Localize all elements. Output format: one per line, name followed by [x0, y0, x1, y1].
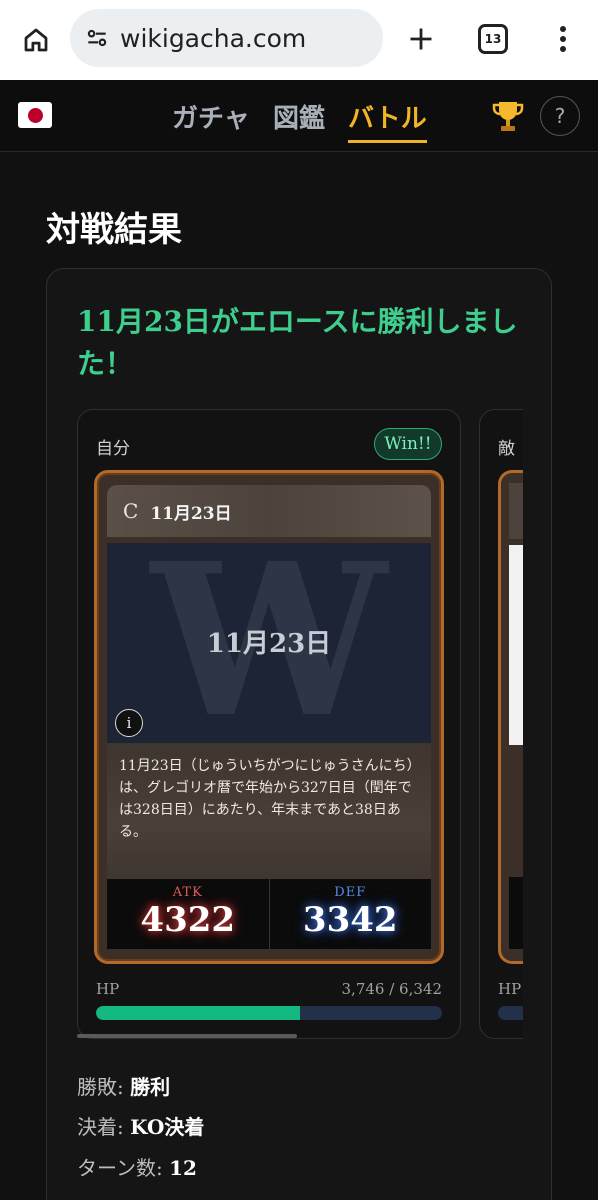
my-card[interactable]: C 11月23日 W 11月23日 i 11月23日（じゅういちがつにじゅうさん…	[94, 470, 444, 964]
atk-stat: ATK 4322	[107, 879, 269, 949]
tab-switcher-button[interactable]: 13	[478, 24, 508, 54]
card-name: 11月23日	[150, 503, 232, 524]
outcome-value: 勝利	[130, 1075, 171, 1099]
outcome-label: 勝敗:	[77, 1075, 124, 1099]
info-icon[interactable]: i	[115, 709, 143, 737]
card-art-title: 11月23日	[206, 629, 332, 659]
tab-count: 13	[484, 32, 502, 46]
trophy-icon[interactable]	[490, 98, 526, 134]
fighter-carousel[interactable]: 自分 Win!! C 11月23日 W 11月23日 i 11月23日（じゅうい…	[77, 409, 523, 1043]
turns-value: 12	[169, 1156, 197, 1180]
page-title: 対戦結果	[46, 210, 182, 250]
app-header: ガチャ 図鑑 バトル ?	[0, 80, 598, 152]
enemy-hp-label: HP	[498, 980, 522, 998]
decision-value: KO決着	[130, 1115, 205, 1139]
my-fighter-panel: 自分 Win!! C 11月23日 W 11月23日 i 11月23日（じゅうい…	[77, 409, 461, 1039]
def-value: 3342	[302, 900, 398, 940]
turns-line: ターン数: 12	[77, 1152, 197, 1181]
decision-label: 決着:	[77, 1115, 124, 1139]
decision-line: 決着: KO決着	[77, 1111, 204, 1140]
home-icon[interactable]	[18, 22, 54, 58]
enemy-hp-bar	[498, 1006, 523, 1020]
language-flag-icon[interactable]	[18, 102, 52, 128]
browser-toolbar: wikigacha.com 13	[0, 0, 598, 80]
win-badge: Win!!	[374, 428, 442, 460]
atk-label: ATK	[172, 885, 203, 900]
address-bar[interactable]: wikigacha.com	[70, 9, 383, 67]
hp-value: 3,746 / 6,342	[341, 980, 442, 998]
card-stats: ATK 4322 DEF 3342	[107, 879, 431, 949]
enemy-side-label: 敵	[498, 439, 515, 459]
hp-row: HP 3,746 / 6,342	[96, 980, 442, 998]
outcome-line: 勝敗: 勝利	[77, 1071, 170, 1100]
card-art: W 11月23日 i	[107, 543, 431, 743]
turns-label: ターン数:	[77, 1156, 163, 1180]
card-name-bar: C 11月23日	[107, 485, 431, 537]
hp-label: HP	[96, 980, 120, 998]
enemy-card[interactable]	[498, 470, 523, 964]
help-button[interactable]: ?	[540, 96, 580, 136]
atk-value: 4322	[140, 900, 236, 940]
tab-encyclopedia[interactable]: 図鑑	[273, 98, 325, 135]
hp-bar	[96, 1006, 442, 1020]
more-menu-icon[interactable]	[548, 20, 578, 58]
tab-battle[interactable]: バトル	[348, 98, 427, 143]
url-text: wikigacha.com	[120, 23, 307, 53]
enemy-fighter-panel: 敵 HP	[479, 409, 523, 1039]
hp-bar-fill	[96, 1006, 301, 1020]
new-tab-icon[interactable]	[402, 20, 440, 58]
card-rarity: C	[123, 499, 139, 523]
def-label: DEF	[334, 885, 367, 900]
carousel-scrollbar[interactable]	[77, 1034, 297, 1038]
battle-result-panel: 11月23日がエロースに勝利しました！ 自分 Win!! C 11月23日 W …	[46, 268, 552, 1200]
def-stat: DEF 3342	[268, 879, 432, 949]
my-side-label: 自分	[96, 439, 130, 459]
site-settings-icon[interactable]	[82, 23, 112, 53]
result-headline: 11月23日がエロースに勝利しました！	[77, 305, 518, 380]
tab-gacha[interactable]: ガチャ	[172, 98, 250, 135]
card-description: 11月23日（じゅういちがつにじゅうさんにち）は、グレゴリオ暦で年始から327日…	[107, 743, 431, 879]
